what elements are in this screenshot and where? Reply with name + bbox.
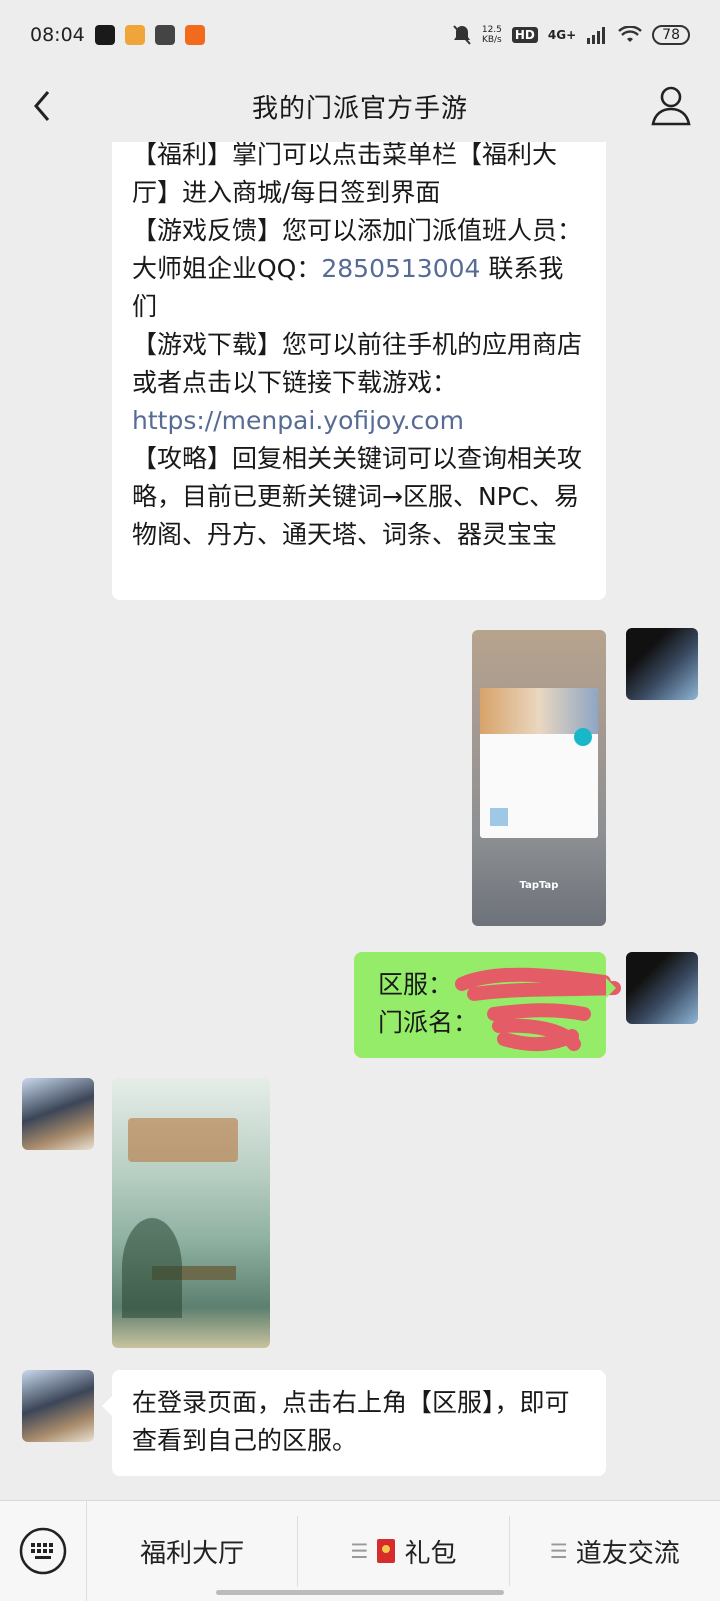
wifi-icon (618, 26, 642, 42)
game-logo (128, 1118, 238, 1162)
submenu-icon: ☰ (549, 1539, 568, 1563)
menu-gift-pack-label: 礼包 (404, 1538, 457, 1569)
back-arrow-icon[interactable] (24, 84, 64, 128)
info-message-bubble: 【福利】掌门可以点击菜单栏【福利大厅】进入商城/每日签到界面 【游戏反馈】您可以… (112, 142, 606, 600)
profile-icon[interactable] (648, 82, 694, 128)
keyboard-toggle[interactable] (0, 1501, 87, 1601)
signal-icon (587, 27, 606, 44)
info-welfare-text: 【福利】掌门可以点击菜单栏【福利大厅】进入商城/每日签到界面 (132, 142, 558, 207)
sent-text-bubble: 区服： 门派名： (354, 952, 621, 1058)
menu-fellow-chat-label: 道友交流 (575, 1538, 680, 1569)
network-type: 4G+ (547, 28, 577, 42)
screenshot-banner (480, 688, 598, 734)
self-avatar[interactable] (626, 628, 698, 700)
info-feedback-text: 【游戏反馈】您可以添加门派值班人员：大师姐企业QQ：2850513004 联系我… (132, 216, 583, 321)
app-notification-icon (94, 25, 115, 45)
poster-tree (122, 1218, 182, 1318)
network-speed: 12.5 KB/s (481, 25, 502, 45)
info-guide-text: 【攻略】回复相关关键词可以查询相关攻略，目前已更新关键词→区服、NPC、易物阁、… (132, 444, 583, 549)
home-indicator[interactable] (216, 1590, 504, 1595)
bot-avatar[interactable] (22, 1078, 94, 1150)
status-bar: 08:04 12.5 KB/s HD 4G+ 78 (0, 0, 720, 70)
qq-number-link[interactable]: 2850513004 (321, 254, 480, 283)
menu-fellow-chat[interactable]: ☰ 道友交流 (510, 1516, 720, 1586)
submenu-icon: ☰ (350, 1539, 369, 1563)
battery-indicator: 78 (652, 25, 690, 45)
reply-message-bubble: 在登录页面，点击右上角【区服】，即可查看到自己的区服。 (102, 1370, 606, 1476)
rating-badge (574, 728, 592, 746)
mute-bell-icon (453, 25, 471, 45)
received-game-poster-image[interactable] (112, 1078, 270, 1348)
keyboard-icon (19, 1527, 67, 1575)
self-avatar[interactable] (626, 952, 698, 1024)
play-notification-icon (154, 25, 175, 45)
redaction-scribble (455, 967, 621, 1052)
app-notification-icon (184, 25, 205, 45)
hd-badge: HD (511, 27, 538, 43)
red-envelope-icon (377, 1539, 396, 1563)
chat-message-list[interactable]: 【福利】掌门可以点击菜单栏【福利大厅】进入商城/每日签到界面 【游戏反馈】您可以… (0, 142, 720, 1498)
chat-header: 我的门派官方手游 (0, 70, 720, 142)
official-account-menu: 福利大厅 ☰ 礼包 ☰ 道友交流 (0, 1500, 720, 1601)
bot-avatar[interactable] (22, 1370, 94, 1442)
sent-screenshot-image[interactable]: TapTap (472, 630, 606, 926)
qr-code (490, 808, 508, 826)
info-download-text: 【游戏下载】您可以前往手机的应用商店或者点击以下链接下载游戏： (132, 330, 583, 397)
reply-text: 在登录页面，点击右上角【区服】，即可查看到自己的区服。 (132, 1388, 570, 1455)
app-notification-icon (124, 25, 145, 45)
menu-welfare-hall-label: 福利大厅 (140, 1538, 245, 1569)
taptap-label: TapTap (519, 880, 559, 891)
chat-title: 我的门派官方手游 (251, 93, 468, 124)
clock: 08:04 (30, 24, 85, 46)
screenshot-card (480, 688, 598, 838)
download-link[interactable]: https://menpai.yofijoy.com (132, 402, 586, 440)
menu-welfare-hall[interactable]: 福利大厅 (87, 1516, 299, 1586)
menu-gift-pack[interactable]: ☰ 礼包 (298, 1516, 510, 1586)
